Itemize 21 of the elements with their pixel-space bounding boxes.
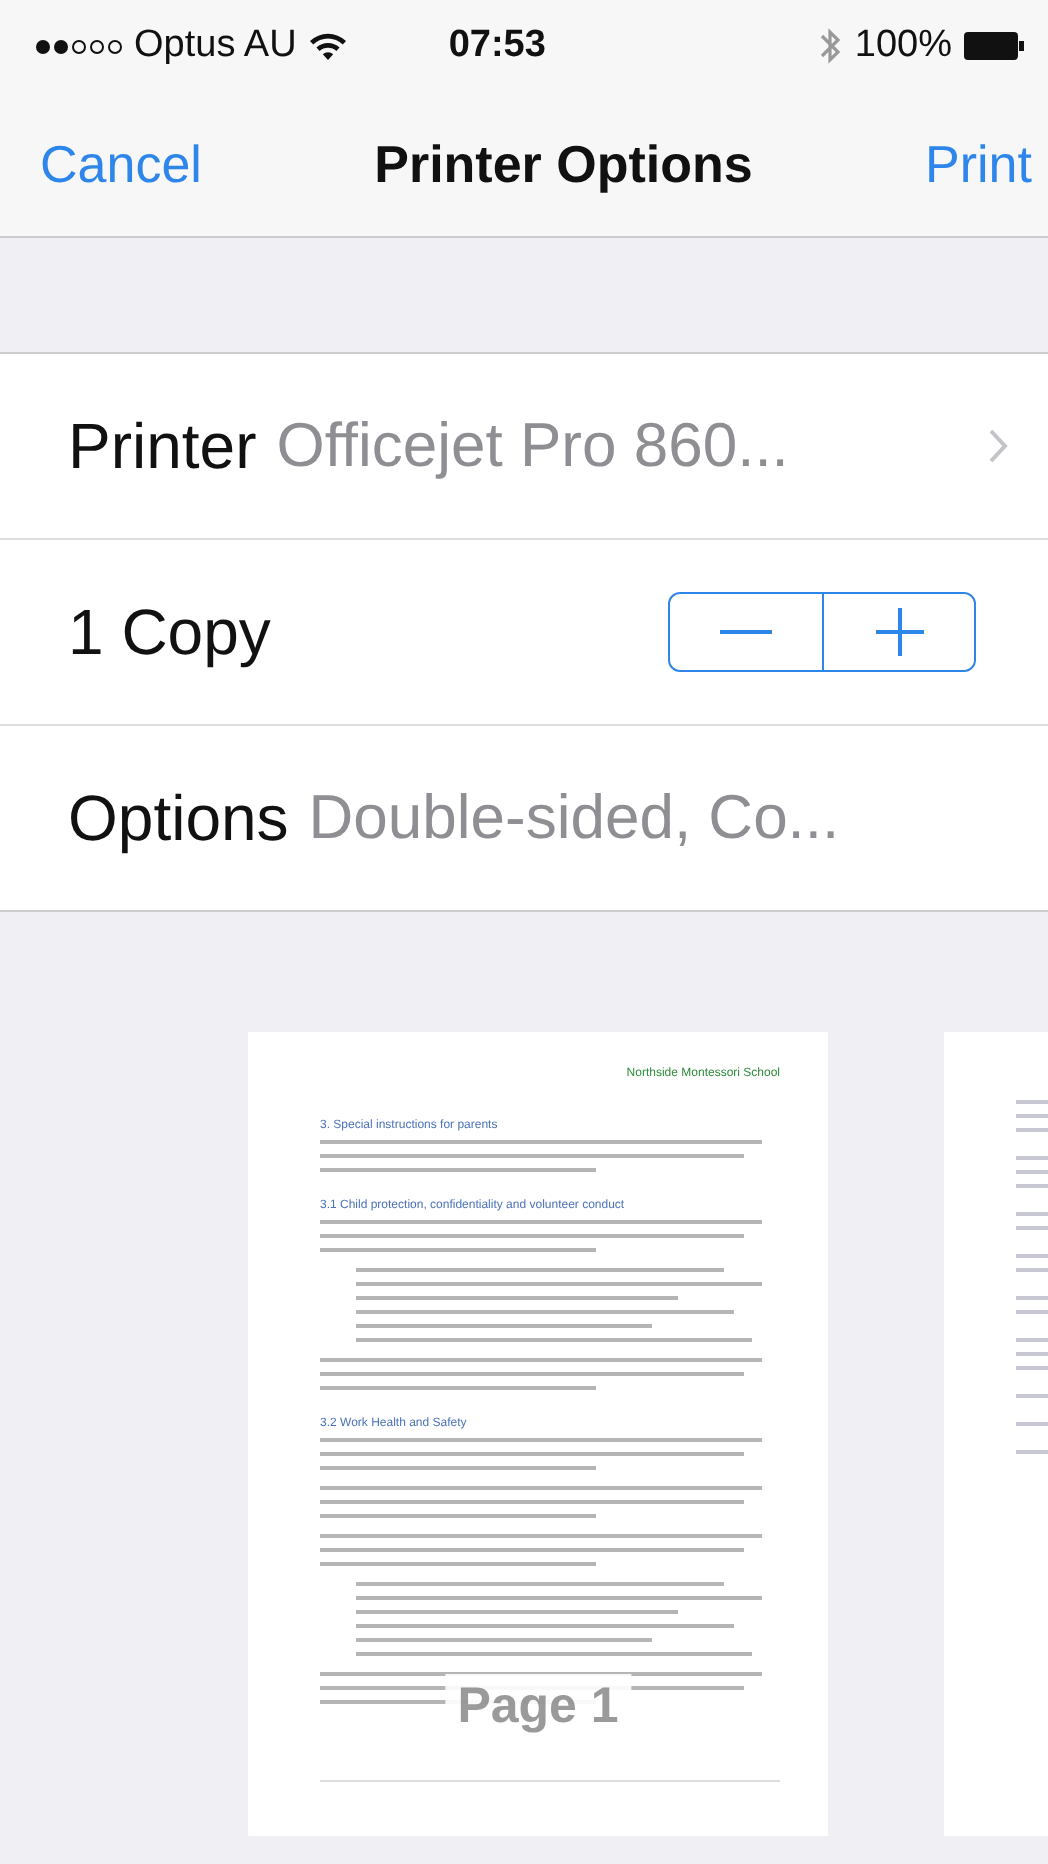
bluetooth-icon (818, 26, 843, 66)
wifi-icon (308, 30, 349, 62)
chevron-icon (988, 428, 1008, 464)
signal-icon (36, 39, 122, 53)
plus-icon (875, 608, 923, 656)
row-label: Printer (68, 409, 257, 483)
screen-title: Printer Options (374, 133, 753, 195)
row-label: Options (68, 781, 289, 855)
copy-stepper[interactable] (668, 592, 976, 672)
minus-icon (720, 630, 772, 634)
carrier-name: Optus AU (134, 24, 297, 68)
row-value: Double-sided, Co... (308, 782, 840, 854)
settings-row[interactable]: Options Double-sided, Co... (0, 726, 1048, 910)
settings-row[interactable]: Printer Officejet Pro 860... (0, 354, 1048, 540)
battery-icon (964, 32, 1024, 60)
row-label: 1 Copy (68, 595, 271, 669)
battery-percent: 100% (854, 24, 952, 68)
row-value: Officejet Pro 860... (276, 410, 789, 482)
settings-row[interactable]: 1 Copy (0, 540, 1048, 726)
clock-time: 07:53 (448, 24, 546, 68)
increment-button[interactable] (822, 594, 974, 670)
